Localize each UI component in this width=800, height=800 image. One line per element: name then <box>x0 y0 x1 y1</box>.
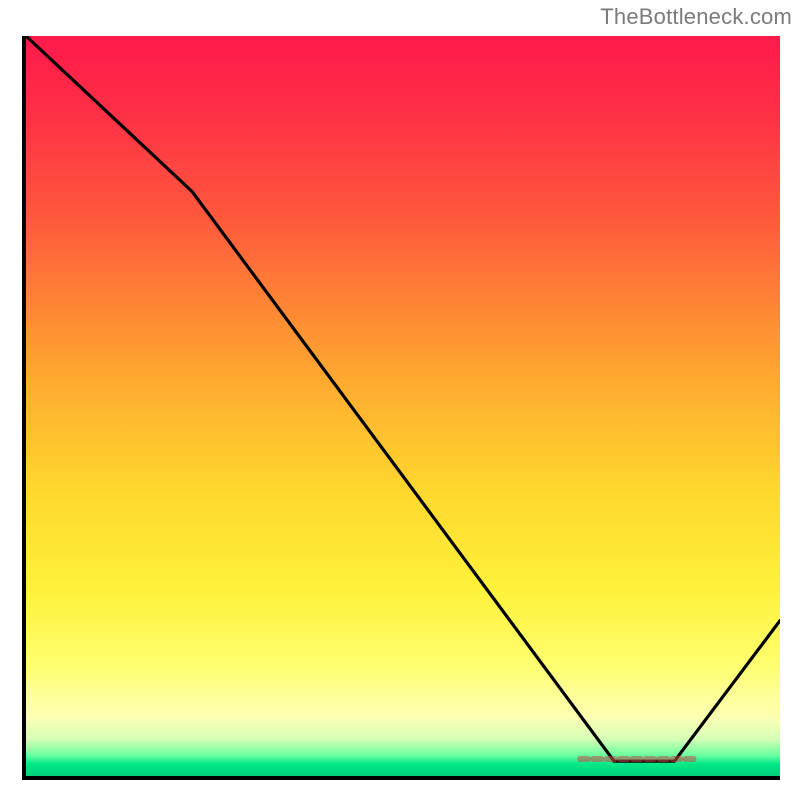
chart-svg <box>26 36 780 776</box>
plot-area <box>22 36 780 780</box>
attribution-text: TheBottleneck.com <box>600 4 792 30</box>
chart-canvas: TheBottleneck.com <box>0 0 800 800</box>
bottleneck-curve <box>26 36 780 761</box>
